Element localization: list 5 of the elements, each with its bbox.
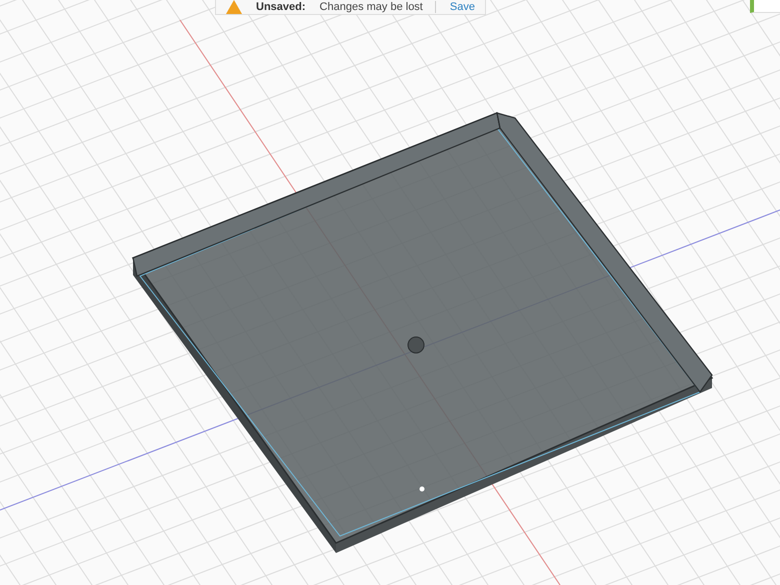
unsaved-label: Unsaved: [256, 1, 306, 13]
notification-message: Changes may be lost [320, 1, 436, 13]
panel-edge [750, 0, 780, 13]
warning-icon [226, 0, 242, 14]
save-link[interactable]: Save [450, 1, 475, 13]
